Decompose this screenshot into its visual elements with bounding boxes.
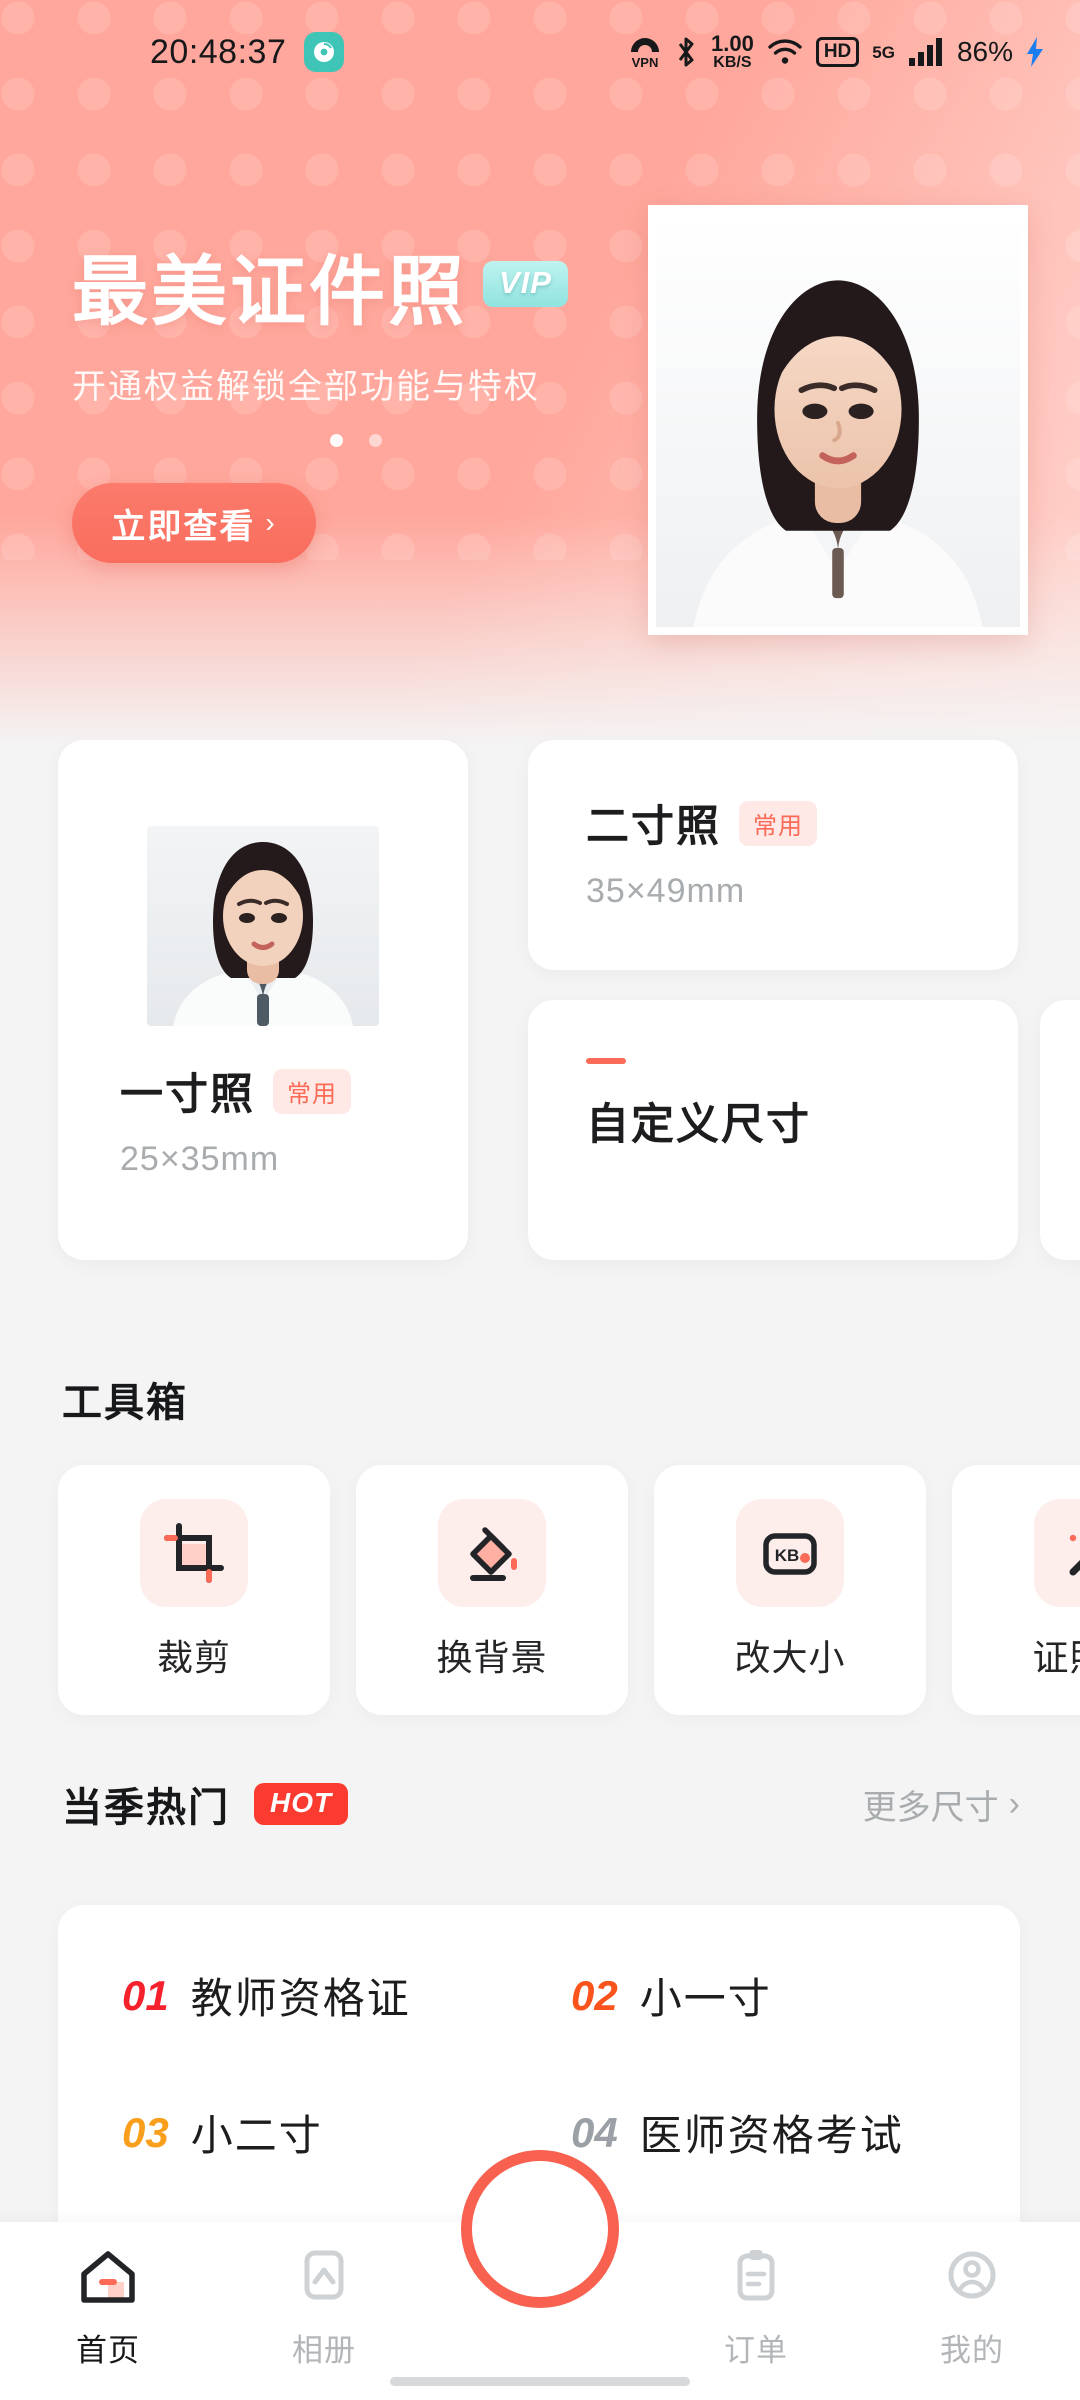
profile-icon [941, 2248, 1003, 2311]
network-speed-unit: KB/S [713, 54, 752, 72]
tool-change-background-label: 换背景 [436, 1637, 548, 1678]
tool-crop[interactable]: 裁剪 [58, 1465, 330, 1715]
status-bar: 20:48:37 VPN 1.00 KB/S HD 5G 86% [0, 0, 1080, 104]
vip-badge: VIP [483, 261, 568, 307]
hot-badge: HOT [254, 1783, 349, 1825]
banner-subtitle: 开通权益解锁全部功能与特权 [72, 368, 540, 406]
kb-resize-icon: KB [736, 1499, 844, 1607]
one-inch-thumbnail [147, 826, 379, 1026]
size-card-two-inch[interactable]: 二寸照 常用 35×49mm [528, 740, 1018, 970]
hot-name: 小一寸 [639, 1975, 772, 2022]
banner-dot-1[interactable] [330, 434, 343, 447]
more-sizes-label: 更多尺寸 [862, 1788, 999, 1827]
crop-icon [140, 1499, 248, 1607]
custom-size-title: 自定义尺寸 [586, 1101, 811, 1149]
hot-rank: 04 [571, 2108, 618, 2156]
network-speed-indicator: 1.00 KB/S [710, 30, 754, 72]
tab-profile-label: 我的 [940, 2333, 1004, 2368]
hot-item-3[interactable]: 03 小二寸 [122, 2102, 571, 2163]
hot-title: 当季热门 [62, 1786, 230, 1830]
tab-album[interactable]: 相册 [216, 2248, 432, 2370]
tool-resize-label: 改大小 [734, 1637, 846, 1678]
signal-bars-icon [908, 37, 942, 67]
hot-section-header: 当季热门 HOT 更多尺寸 › [62, 1775, 1020, 1833]
hd-icon: HD [815, 37, 860, 67]
tab-profile[interactable]: 我的 [864, 2248, 1080, 2370]
banner-sample-photo [648, 205, 1028, 635]
tool-beautify-label: 证照美 [1032, 1637, 1080, 1678]
hot-rank: 01 [122, 1971, 169, 2019]
hot-item-2[interactable]: 02 小一寸 [571, 1965, 1020, 2026]
size-card-peek[interactable] [1040, 1000, 1080, 1260]
view-now-label: 立即查看 [111, 507, 256, 546]
one-inch-title: 一寸照 [120, 1071, 255, 1119]
chevron-right-icon: › [1008, 1784, 1020, 1823]
gesture-home-indicator[interactable] [390, 2377, 690, 2386]
hot-rank: 03 [122, 2108, 169, 2156]
hot-name: 教师资格证 [190, 1975, 411, 2022]
two-inch-dimensions: 35×49mm [586, 872, 746, 910]
hot-name: 小二寸 [190, 2112, 323, 2159]
svg-text:KB: KB [775, 1546, 800, 1565]
banner-pagination[interactable] [72, 434, 568, 447]
paint-bucket-icon [438, 1499, 546, 1607]
size-cards-section: 一寸照 常用 25×35mm 二寸照 常用 35×49mm 自定义尺寸 [0, 735, 1080, 1275]
more-sizes-link[interactable]: 更多尺寸 › [863, 1780, 1020, 1829]
size-card-one-inch[interactable]: 一寸照 常用 25×35mm [58, 740, 468, 1260]
two-inch-tag: 常用 [739, 800, 817, 846]
tool-crop-label: 裁剪 [156, 1637, 231, 1678]
vip-banner[interactable]: 最美证件照 VIP 开通权益解锁全部功能与特权 立即查看 › [0, 0, 1080, 745]
hot-item-4[interactable]: 04 医师资格考试 [571, 2102, 1020, 2163]
toolbox-list[interactable]: 裁剪 换背景 KB 改大小 证 [58, 1465, 1080, 1715]
banner-dot-2[interactable] [369, 434, 382, 447]
view-now-button[interactable]: 立即查看 › [72, 483, 316, 563]
magic-wand-icon [1034, 1499, 1080, 1607]
music-app-icon [304, 32, 345, 72]
camera-shutter-button[interactable] [461, 2150, 619, 2308]
tool-change-background[interactable]: 换背景 [356, 1465, 628, 1715]
album-icon [293, 2248, 355, 2311]
lightning-bolt-icon [1026, 37, 1044, 67]
one-inch-dimensions: 25×35mm [120, 1140, 280, 1178]
banner-copy: 最美证件照 VIP 开通权益解锁全部功能与特权 立即查看 › [72, 255, 568, 563]
home-icon [77, 2248, 139, 2311]
size-card-custom[interactable]: 自定义尺寸 [528, 1000, 1018, 1260]
toolbox-title: 工具箱 [62, 1381, 188, 1425]
banner-title: 最美证件照 [72, 250, 467, 335]
tab-home[interactable]: 首页 [0, 2248, 216, 2370]
wifi-icon [767, 38, 803, 66]
vpn-icon: VPN [629, 36, 661, 69]
toolbox-header: 工具箱 [62, 1370, 188, 1428]
battery-percent: 86% [956, 36, 1013, 67]
tab-album-label: 相册 [292, 2333, 356, 2368]
network-type-icon: 5G [872, 44, 895, 61]
network-type-label: 5G [872, 42, 895, 62]
tool-resize[interactable]: KB 改大小 [654, 1465, 926, 1715]
tab-orders-label: 订单 [724, 2333, 788, 2368]
bluetooth-icon [674, 35, 698, 69]
custom-size-dash-icon [586, 1058, 626, 1064]
chevron-right-icon: › [265, 507, 277, 538]
order-clipboard-icon [725, 2248, 787, 2311]
hot-rank: 02 [571, 1971, 618, 2019]
two-inch-title: 二寸照 [586, 803, 721, 851]
one-inch-tag: 常用 [273, 1068, 351, 1114]
tool-beautify[interactable]: 证照美 [952, 1465, 1080, 1715]
tab-orders[interactable]: 订单 [648, 2248, 864, 2370]
network-speed-value: 1.00 [710, 30, 754, 56]
tab-home-label: 首页 [76, 2333, 140, 2368]
hot-name: 医师资格考试 [639, 2112, 904, 2159]
status-clock: 20:48:37 [150, 32, 287, 71]
vpn-label: VPN [631, 54, 659, 70]
hot-item-1[interactable]: 01 教师资格证 [122, 1965, 571, 2026]
